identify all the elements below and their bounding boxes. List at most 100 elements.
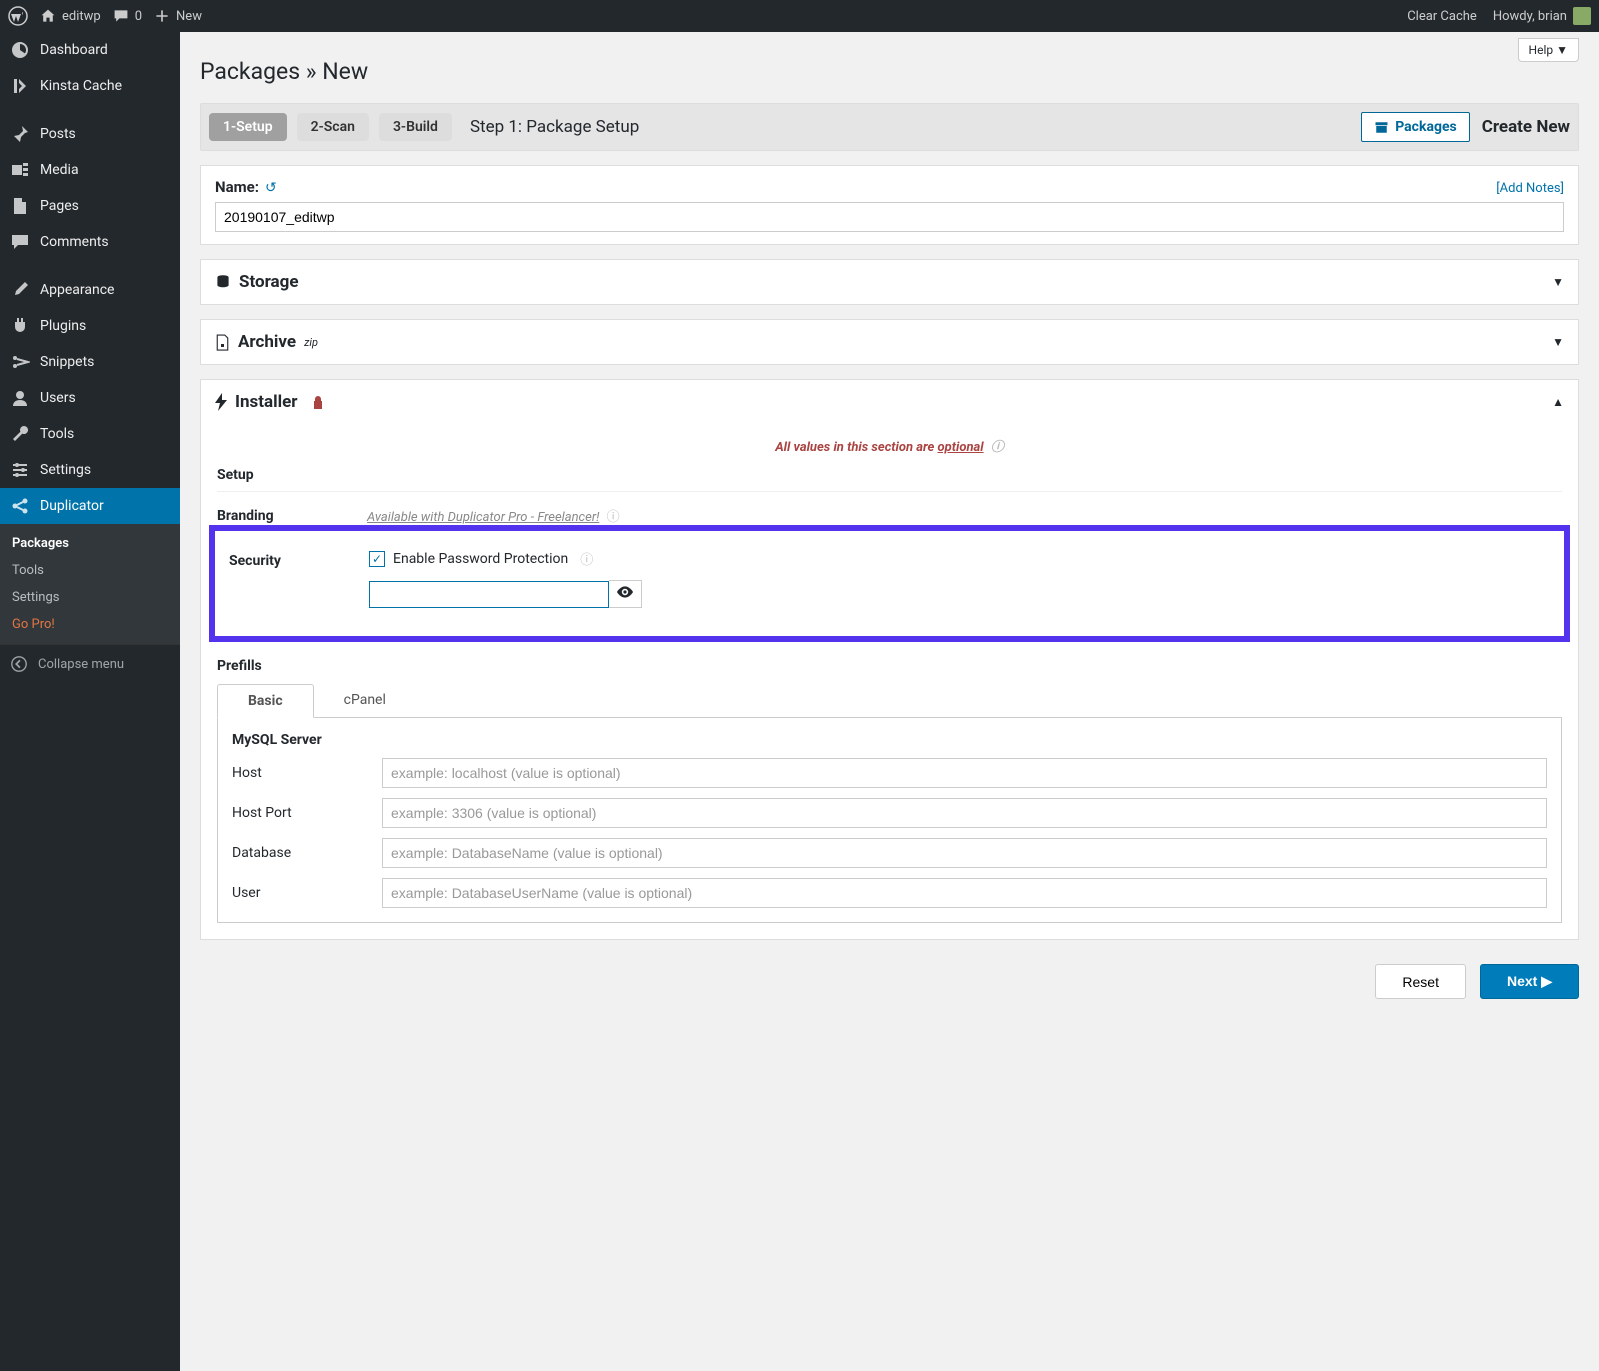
- packages-button[interactable]: Packages: [1361, 112, 1469, 142]
- branding-link[interactable]: Available with Duplicator Pro - Freelanc…: [367, 510, 599, 525]
- page-icon: [10, 196, 30, 216]
- file-zip-icon: [215, 334, 230, 351]
- archive-toggle[interactable]: Archive zip ▼: [201, 320, 1578, 364]
- sidebar-item-comments[interactable]: Comments: [0, 224, 180, 260]
- sidebar-label: Duplicator: [40, 498, 104, 514]
- chevron-down-icon: ▼: [1552, 335, 1564, 349]
- security-highlight: Security ✓ Enable Password Protection ⓘ: [209, 525, 1570, 642]
- mysql-port-input[interactable]: [382, 798, 1547, 828]
- sidebar-label: Dashboard: [40, 42, 108, 58]
- sidebar-item-appearance[interactable]: Appearance: [0, 272, 180, 308]
- reset-button[interactable]: Reset: [1375, 964, 1466, 999]
- archive-title: Archive: [238, 332, 296, 352]
- clear-cache-link[interactable]: Clear Cache: [1407, 9, 1477, 24]
- chevron-down-icon: ▼: [1552, 275, 1564, 289]
- comment-icon: [113, 8, 129, 24]
- enable-password-checkbox[interactable]: ✓: [369, 551, 385, 567]
- create-new-label: Create New: [1482, 117, 1570, 137]
- installer-password-input[interactable]: [369, 581, 609, 608]
- mysql-user-label: User: [232, 885, 382, 901]
- submenu-gopro[interactable]: Go Pro!: [0, 611, 180, 638]
- new-label: New: [176, 9, 202, 24]
- sidebar-label: Appearance: [40, 282, 114, 298]
- home-icon: [40, 8, 56, 24]
- name-label: Name:: [215, 178, 259, 196]
- sidebar-item-dashboard[interactable]: Dashboard: [0, 32, 180, 68]
- mysql-host-input[interactable]: [382, 758, 1547, 788]
- site-link[interactable]: editwp: [40, 8, 101, 24]
- storage-panel: Storage ▼: [200, 259, 1579, 305]
- tab-cpanel[interactable]: cPanel: [314, 684, 416, 717]
- help-icon[interactable]: ⓘ: [580, 549, 593, 568]
- mysql-db-input[interactable]: [382, 838, 1547, 868]
- database-icon: [215, 274, 231, 290]
- sidebar-label: Comments: [40, 234, 109, 250]
- site-name: editwp: [62, 9, 101, 24]
- admin-sidebar: Dashboard Kinsta Cache Posts Media Pages…: [0, 32, 180, 1371]
- dashboard-icon: [10, 40, 30, 60]
- package-name-input[interactable]: [215, 202, 1564, 232]
- sidebar-label: Pages: [40, 198, 79, 214]
- installer-toggle[interactable]: Installer ▲: [201, 380, 1578, 424]
- setup-label: Setup: [217, 465, 367, 483]
- refresh-icon[interactable]: ↺: [265, 180, 277, 196]
- storage-toggle[interactable]: Storage ▼: [201, 260, 1578, 304]
- mysql-port-label: Host Port: [232, 805, 382, 821]
- main-content: Help ▼ Packages » New 1-Setup 2-Scan 3-B…: [180, 32, 1599, 1371]
- submenu-packages[interactable]: Packages: [0, 530, 180, 557]
- mysql-user-input[interactable]: [382, 878, 1547, 908]
- step-3-build[interactable]: 3-Build: [379, 113, 452, 141]
- sidebar-item-snippets[interactable]: Snippets: [0, 344, 180, 380]
- page-title: Packages » New: [200, 42, 1579, 103]
- new-link[interactable]: New: [154, 8, 202, 24]
- sidebar-item-pages[interactable]: Pages: [0, 188, 180, 224]
- storage-title: Storage: [239, 272, 299, 292]
- step-2-scan[interactable]: 2-Scan: [297, 113, 369, 141]
- mysql-box: MySQL Server Host Host Port Database Use…: [217, 718, 1562, 923]
- submenu-settings[interactable]: Settings: [0, 584, 180, 611]
- next-button[interactable]: Next ▶: [1480, 964, 1579, 999]
- comments-link[interactable]: 0: [113, 8, 142, 24]
- sidebar-label: Settings: [40, 462, 91, 478]
- help-label: Help: [1529, 43, 1554, 57]
- archive-icon: [1374, 120, 1389, 135]
- admin-bar: editwp 0 New Clear Cache Howdy, brian: [0, 0, 1599, 32]
- sidebar-submenu: Packages Tools Settings Go Pro!: [0, 524, 180, 644]
- mysql-host-label: Host: [232, 765, 382, 781]
- security-label: Security: [229, 549, 369, 569]
- avatar: [1573, 7, 1591, 25]
- sidebar-item-users[interactable]: Users: [0, 380, 180, 416]
- steps-bar: 1-Setup 2-Scan 3-Build Step 1: Package S…: [200, 103, 1579, 151]
- show-password-button[interactable]: [609, 580, 642, 608]
- sidebar-label: Media: [40, 162, 79, 178]
- sliders-icon: [10, 460, 30, 480]
- sidebar-item-settings[interactable]: Settings: [0, 452, 180, 488]
- archive-zip: zip: [304, 336, 318, 349]
- user-icon: [10, 388, 30, 408]
- add-notes-link[interactable]: [Add Notes]: [1496, 181, 1564, 196]
- sidebar-item-duplicator[interactable]: Duplicator: [0, 488, 180, 524]
- eye-icon: [617, 586, 633, 598]
- share-icon: [10, 496, 30, 516]
- installer-panel: Installer ▲ All values in this section a…: [200, 379, 1579, 940]
- collapse-menu[interactable]: Collapse menu: [0, 644, 180, 683]
- tab-basic[interactable]: Basic: [217, 684, 314, 718]
- help-icon[interactable]: ⓘ: [607, 510, 620, 525]
- submenu-tools[interactable]: Tools: [0, 557, 180, 584]
- sidebar-item-media[interactable]: Media: [0, 152, 180, 188]
- brush-icon: [10, 280, 30, 300]
- help-icon[interactable]: ⓘ: [991, 440, 1004, 455]
- wp-logo[interactable]: [8, 6, 28, 26]
- name-panel: Name: ↺ [Add Notes]: [200, 165, 1579, 245]
- sidebar-item-kinsta[interactable]: Kinsta Cache: [0, 68, 180, 104]
- comment-icon: [10, 232, 30, 252]
- help-button[interactable]: Help ▼: [1518, 38, 1579, 62]
- branding-label: Branding: [217, 506, 367, 524]
- prefills-label: Prefills: [217, 658, 1562, 674]
- step-1-setup[interactable]: 1-Setup: [209, 113, 287, 141]
- sidebar-item-tools[interactable]: Tools: [0, 416, 180, 452]
- howdy-link[interactable]: Howdy, brian: [1493, 7, 1591, 25]
- collapse-icon: [10, 655, 28, 673]
- sidebar-item-posts[interactable]: Posts: [0, 116, 180, 152]
- sidebar-item-plugins[interactable]: Plugins: [0, 308, 180, 344]
